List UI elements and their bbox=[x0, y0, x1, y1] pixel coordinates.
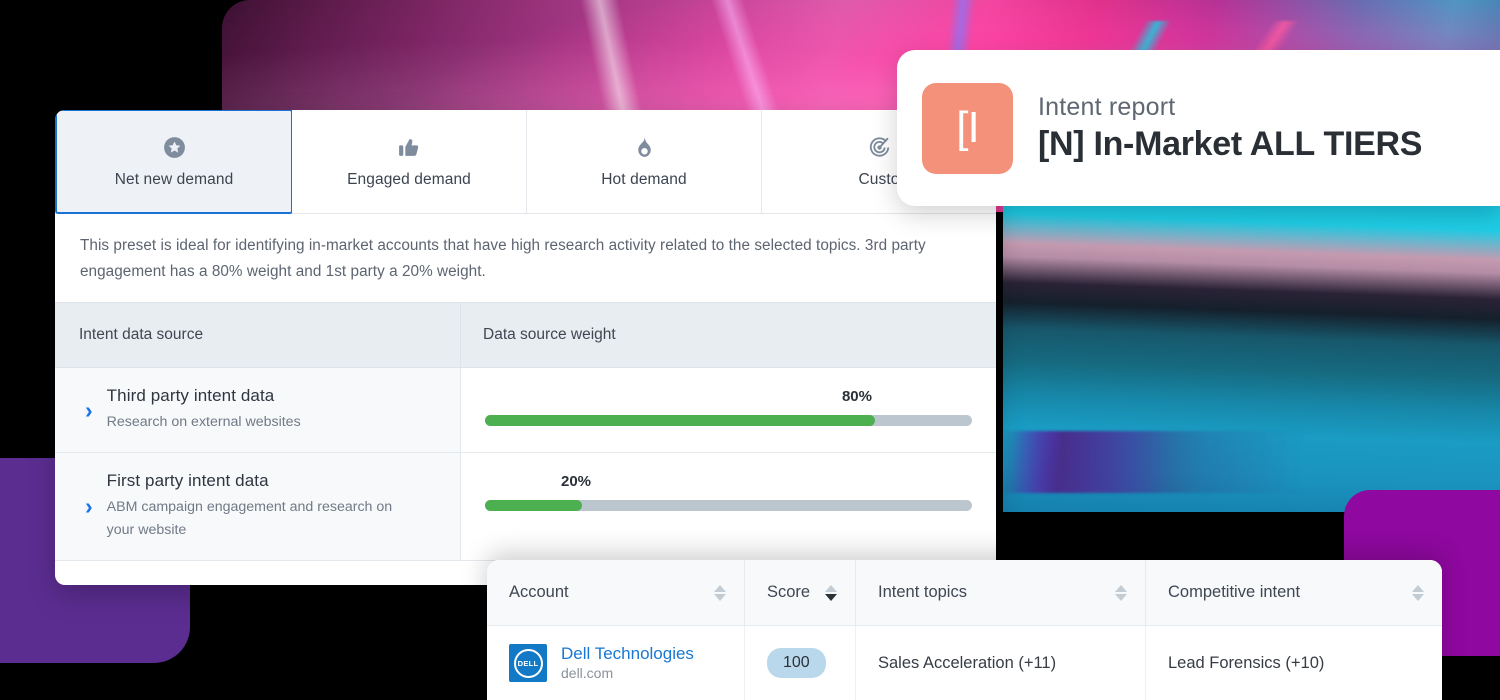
tab-engaged-demand[interactable]: Engaged demand bbox=[292, 110, 527, 213]
score-cell: 100 bbox=[745, 626, 856, 700]
target-radar-icon bbox=[867, 134, 892, 160]
data-source-cell[interactable]: › Third party intent data Research on ex… bbox=[55, 368, 461, 452]
intent-report-kicker: Intent report bbox=[1038, 92, 1176, 121]
chevron-right-icon[interactable]: › bbox=[85, 398, 93, 422]
column-header-score[interactable]: Score bbox=[745, 560, 856, 625]
data-source-weight-cell: 80% bbox=[461, 368, 996, 452]
table-row: › First party intent data ABM campaign e… bbox=[55, 453, 996, 561]
account-cell: DELL Dell Technologies dell.com bbox=[487, 626, 745, 700]
accounts-table-header: Account Score Intent topics Competitive … bbox=[487, 560, 1442, 626]
dell-logo-icon: DELL bbox=[509, 644, 547, 682]
data-source-table-header: Intent data source Data source weight bbox=[55, 302, 996, 368]
tab-label: Engaged demand bbox=[347, 171, 471, 188]
screenshot-stage: Net new demand Engaged demand Hot demand… bbox=[0, 0, 1500, 700]
intent-report-title: [N] In-Market ALL TIERS bbox=[1038, 124, 1423, 163]
weight-progress-fill bbox=[485, 500, 583, 511]
tab-label: Net new demand bbox=[114, 171, 234, 188]
data-source-weight-cell: 20% bbox=[461, 453, 996, 560]
column-header-intent-topics[interactable]: Intent topics bbox=[856, 560, 1146, 625]
weight-progress-fill bbox=[485, 415, 875, 426]
column-header-intent-data-source: Intent data source bbox=[55, 303, 461, 367]
sort-arrows-icon[interactable] bbox=[714, 584, 726, 601]
score-badge: 100 bbox=[767, 648, 826, 678]
chevron-right-icon[interactable]: › bbox=[85, 495, 93, 518]
weight-value: 20% bbox=[561, 473, 592, 490]
tab-label: Hot demand bbox=[601, 171, 687, 188]
column-header-competitive-intent[interactable]: Competitive intent bbox=[1146, 560, 1442, 625]
tab-hot-demand[interactable]: Hot demand bbox=[527, 110, 762, 213]
preset-tabs: Net new demand Engaged demand Hot demand… bbox=[55, 110, 996, 214]
sort-arrows-icon[interactable] bbox=[1115, 584, 1127, 601]
dell-logo-text: DELL bbox=[513, 648, 543, 678]
flame-icon bbox=[632, 134, 657, 160]
table-row: DELL Dell Technologies dell.com 100 Sale… bbox=[487, 626, 1442, 700]
weight-progress-track bbox=[485, 415, 972, 426]
intent-report-chip[interactable]: [I Intent report [N] In-Market ALL TIERS bbox=[897, 50, 1500, 206]
thumbs-up-icon bbox=[397, 134, 422, 160]
account-name-link[interactable]: Dell Technologies bbox=[561, 644, 694, 664]
background-art-teal bbox=[1003, 201, 1500, 512]
table-row: › Third party intent data Research on ex… bbox=[55, 368, 996, 453]
accounts-table-card: Account Score Intent topics Competitive … bbox=[487, 560, 1442, 700]
intent-topics-cell: Sales Acceleration (+11) bbox=[856, 626, 1146, 700]
intent-report-bracket-icon: [I bbox=[922, 82, 1013, 174]
sort-arrows-icon[interactable] bbox=[1412, 584, 1424, 601]
competitive-intent-cell: Lead Forensics (+10) bbox=[1168, 653, 1325, 672]
preset-description: This preset is ideal for identifying in-… bbox=[80, 237, 926, 280]
data-source-cell[interactable]: › First party intent data ABM campaign e… bbox=[55, 453, 461, 560]
weight-progress-track bbox=[485, 500, 972, 511]
data-source-subtitle: Research on external websites bbox=[106, 414, 301, 430]
sort-arrows-icon[interactable] bbox=[825, 584, 837, 601]
column-label: Intent topics bbox=[878, 583, 967, 601]
column-header-account[interactable]: Account bbox=[487, 560, 745, 625]
weight-value: 80% bbox=[841, 388, 872, 405]
tab-label: Custo bbox=[858, 171, 900, 188]
column-label: Account bbox=[509, 583, 569, 601]
data-source-subtitle: ABM campaign engagement and research on … bbox=[106, 499, 393, 538]
column-header-data-source-weight: Data source weight bbox=[483, 326, 616, 343]
data-source-title: Third party intent data bbox=[106, 386, 275, 405]
column-label: Score bbox=[767, 583, 811, 601]
column-label: Competitive intent bbox=[1168, 583, 1301, 601]
data-source-title: First party intent data bbox=[106, 471, 269, 490]
star-badge-icon bbox=[162, 134, 187, 160]
intent-preset-card: Net new demand Engaged demand Hot demand… bbox=[55, 110, 996, 585]
tab-net-new-demand[interactable]: Net new demand bbox=[55, 110, 293, 214]
account-url: dell.com bbox=[561, 665, 614, 681]
